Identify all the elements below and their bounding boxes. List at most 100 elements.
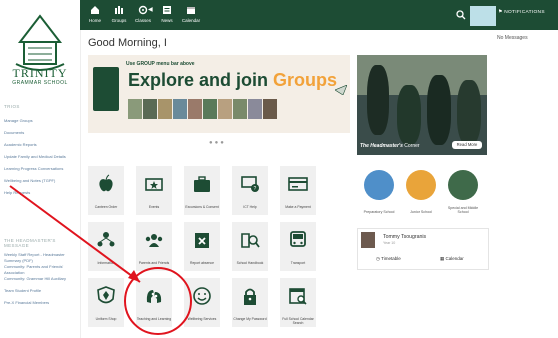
tile-transport[interactable]: Transport	[280, 222, 316, 271]
sidebar-item-student-profile[interactable]: Team Student Profile	[4, 288, 76, 300]
apple-icon	[99, 174, 113, 192]
tile-report-absence[interactable]: Report absence	[184, 222, 220, 271]
school-link-senior[interactable]	[448, 170, 478, 200]
notifications-label[interactable]: ⚑ NOTIFICATIONS	[498, 10, 545, 15]
tile-label: School Handbook	[236, 261, 264, 265]
tile-full-calendar[interactable]: Full School Calendar Search	[280, 278, 316, 327]
tile-excursions[interactable]: Excursions & Consent	[184, 166, 220, 215]
tile-information[interactable]: Information	[88, 222, 124, 271]
calendar-x-icon	[195, 233, 209, 248]
tile-change-password[interactable]: Change My Password	[232, 278, 268, 327]
headmasters-corner-caption: The Headmaster's Corner	[360, 143, 420, 149]
school-link-junior[interactable]	[406, 170, 436, 200]
caption-italic: The Headmaster's	[360, 143, 403, 149]
padlock-icon	[244, 288, 256, 305]
student-figure	[457, 80, 481, 145]
nav-news[interactable]: News	[156, 5, 178, 23]
nav-calendar-label: Calendar	[181, 18, 201, 23]
sidebar-item-help[interactable]: Help Requests	[4, 190, 76, 202]
student-profile-card: Tommy Tsougranis Year 10 ◷ Timetable ▦ C…	[357, 228, 489, 270]
student-year: Year 10	[383, 241, 396, 245]
nav-home-label: Home	[88, 18, 101, 23]
student-figure	[397, 85, 421, 145]
classes-icon	[138, 5, 148, 15]
top-navigation-bar: ◀ Home Groups Classes News Calendar ⚑ NO…	[80, 0, 558, 30]
sidebar-item-headmaster[interactable]: Weekly Staff Report - Headmaster Summary…	[4, 252, 76, 264]
sidebar-item-manage-groups[interactable]: Manage Groups	[4, 118, 76, 130]
payment-card-icon	[288, 177, 308, 191]
groups-icon	[115, 6, 123, 14]
clock-icon: ◷	[376, 256, 380, 261]
school-label: Junior School	[410, 210, 432, 214]
nav-groups[interactable]: Groups	[108, 5, 130, 23]
tile-label: Events	[148, 205, 160, 209]
school-link-preparatory[interactable]	[364, 170, 394, 200]
search-icon[interactable]	[456, 10, 466, 20]
shield-uniform-icon	[97, 286, 115, 304]
bus-icon	[290, 231, 306, 247]
headmasters-corner-panel[interactable]: The Headmaster's Corner Read More	[357, 55, 487, 155]
tile-label: Full School Calendar Search	[282, 317, 314, 325]
banner-photo-strip	[128, 99, 298, 121]
nav-calendar[interactable]: Calendar	[180, 5, 202, 23]
sidebar-item-academic-reports[interactable]: Academic Reports	[4, 142, 76, 154]
school-label: Special and Middle School	[447, 206, 479, 214]
timetable-link[interactable]: ◷ Timetable	[376, 256, 401, 262]
tile-label: Change My Password	[233, 317, 267, 321]
tile-make-payment[interactable]: Make a Payment	[280, 166, 316, 215]
nav-groups-label: Groups	[111, 18, 127, 23]
annotation-arrow	[9, 185, 141, 283]
tile-events[interactable]: Events	[136, 166, 172, 215]
ticket-icon	[145, 178, 163, 191]
read-more-button[interactable]: Read More	[452, 141, 482, 149]
tile-label: Transport	[290, 261, 306, 265]
sidebar-item-parents[interactable]: Community: Parents and Friends' Associat…	[4, 264, 76, 276]
nav-news-label: News	[161, 18, 173, 23]
tile-label: Parents and Friends	[138, 261, 170, 265]
nav-classes[interactable]: Classes	[132, 5, 154, 23]
tile-school-handbook[interactable]: School Handbook	[232, 222, 268, 271]
calendar-icon	[187, 7, 195, 14]
avatar[interactable]	[361, 232, 375, 248]
people-network-icon	[97, 232, 115, 247]
tile-uniform-shop[interactable]: Uniform Shop	[88, 278, 124, 327]
carousel-dots[interactable]: ●●●	[209, 140, 226, 146]
notification-panel-toggle[interactable]	[470, 6, 496, 26]
tile-parents-friends[interactable]: Parents and Friends	[136, 222, 172, 271]
calendar-small-icon: ▦	[440, 256, 445, 261]
tile-label: Excursions & Consent	[185, 205, 219, 209]
tile-label: Uniform Shop	[95, 317, 117, 321]
student-name[interactable]: Tommy Tsougranis	[383, 234, 426, 240]
calendar-search-icon	[289, 288, 307, 305]
paper-plane-icon	[335, 85, 347, 95]
sidebar-section-title: TRIOS	[4, 104, 20, 109]
tile-canteen-order[interactable]: Canteen Order	[88, 166, 124, 215]
sidebar-item-update-details[interactable]: Update Family and Medical Details	[4, 154, 76, 166]
banner-hint: Use GROUP menu bar above	[126, 61, 195, 67]
sidebar-item-wellbeing[interactable]: Wellbeing and Notes (TGPF)	[4, 178, 76, 190]
home-icon	[91, 6, 99, 14]
smiley-icon	[193, 287, 211, 305]
notifications-text: NOTIFICATIONS	[504, 10, 545, 15]
school-name: TRINITY	[12, 66, 68, 80]
groups-banner[interactable]: Use GROUP menu bar above Explore and joi…	[88, 55, 350, 133]
sidebar-item-grammar-hill[interactable]: Community: Grammar Hill Auxiliary	[4, 276, 76, 288]
sidebar-item-learning-progress[interactable]: Learning Progress Conversations	[4, 166, 76, 178]
group-people-icon	[145, 234, 163, 247]
banner-title-text: Explore and join	[128, 70, 274, 90]
no-messages-text: No Messages	[497, 35, 528, 41]
calendar-link[interactable]: ▦ Calendar	[440, 256, 464, 262]
handbook-search-icon	[241, 233, 260, 248]
tile-ict-help[interactable]: ? ICT Help	[232, 166, 268, 215]
sidebar-item-financial[interactable]: Pre-X Financial Members	[4, 300, 76, 312]
timetable-label: Timetable	[381, 256, 401, 261]
sidebar-item-documents[interactable]: Documents	[4, 130, 76, 142]
greeting: Good Morning, I	[88, 37, 167, 49]
svg-text:?: ?	[254, 186, 257, 192]
banner-title: Explore and join Groups	[128, 70, 337, 91]
tile-label: ICT Help	[243, 205, 257, 209]
nav-classes-label: Classes	[134, 18, 151, 23]
nav-home[interactable]: Home	[84, 5, 106, 23]
news-icon	[163, 6, 171, 14]
sidebar-section-title-2: THE HEADMASTER'S MESSAGE	[4, 238, 56, 248]
